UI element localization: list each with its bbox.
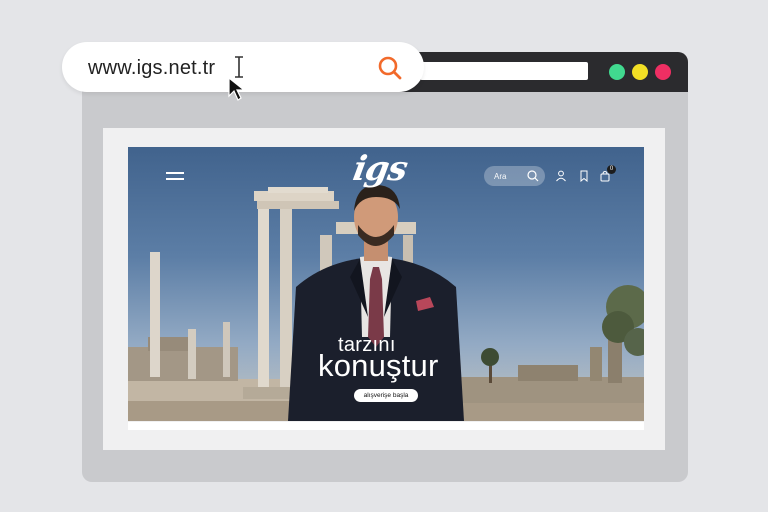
titlebar-field <box>420 62 588 80</box>
hero-banner: igs 0 tarzını konuştur alışverişe başla <box>128 147 644 421</box>
site-logo[interactable]: igs <box>346 149 413 189</box>
site-search-icon[interactable] <box>526 169 540 183</box>
address-bar-url[interactable]: www.igs.net.tr <box>88 56 215 80</box>
menu-icon <box>166 172 184 174</box>
site-search-input[interactable] <box>494 169 528 183</box>
mouse-pointer-icon <box>228 76 246 101</box>
menu-icon-bar <box>166 178 184 180</box>
user-icon[interactable] <box>555 170 567 182</box>
window-yellow-dot[interactable] <box>632 64 648 80</box>
menu-button[interactable] <box>166 172 184 182</box>
window-green-dot[interactable] <box>609 64 625 80</box>
shop-now-button[interactable]: alışverişe başla <box>354 389 418 402</box>
window-red-dot[interactable] <box>655 64 671 80</box>
address-search-button[interactable] <box>375 53 405 83</box>
bookmark-icon[interactable] <box>578 170 590 182</box>
cart-count-badge: 0 <box>607 165 616 174</box>
page-footer-strip <box>128 422 644 430</box>
search-icon <box>378 56 402 80</box>
hero-headline-line2: konuştur <box>318 348 439 383</box>
